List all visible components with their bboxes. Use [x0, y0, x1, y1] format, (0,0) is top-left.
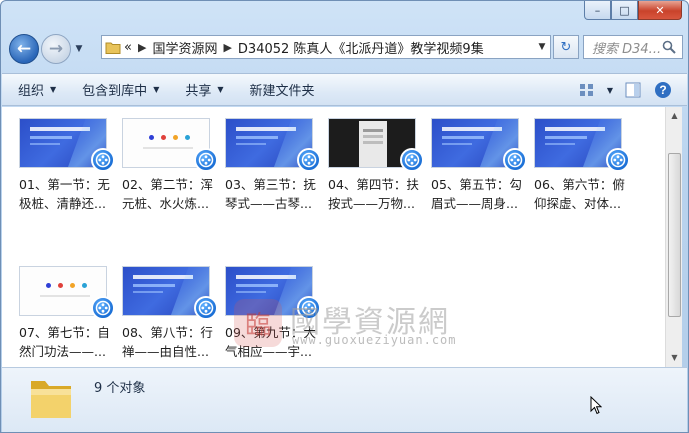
file-name: 08、第八节：行禅——由自性...	[122, 325, 213, 359]
vertical-scrollbar[interactable]: ▲ ▼	[665, 107, 682, 367]
file-thumbnail[interactable]	[431, 115, 527, 172]
video-player-icon	[194, 148, 218, 172]
preview-pane-button[interactable]	[623, 80, 643, 100]
chevron-down-icon: ▼	[153, 85, 160, 94]
file-thumbnail[interactable]	[225, 263, 321, 320]
file-thumbnail[interactable]	[19, 115, 115, 172]
help-icon: ?	[655, 82, 671, 98]
search-placeholder: 搜索 D34...	[592, 41, 662, 57]
refresh-icon: ↻	[560, 39, 572, 55]
file-thumbnail[interactable]	[122, 263, 218, 320]
share-label: 共享	[185, 84, 212, 99]
share-menu[interactable]: 共享 ▼	[185, 80, 223, 99]
breadcrumb-separator-icon[interactable]: ▶	[132, 41, 152, 54]
video-player-icon	[194, 296, 218, 320]
organize-label: 组织	[18, 84, 45, 99]
search-input[interactable]: 搜索 D34...	[583, 35, 683, 59]
forward-button[interactable]: →	[41, 34, 71, 64]
back-button[interactable]: ←	[9, 34, 39, 64]
help-button[interactable]: ?	[653, 80, 673, 100]
file-thumbnail[interactable]	[328, 115, 424, 172]
chevron-down-icon: ▼	[217, 85, 224, 94]
change-view-button[interactable]	[577, 80, 597, 100]
preview-pane-icon	[625, 82, 641, 98]
view-controls: ▼ ?	[577, 80, 673, 100]
include-in-library-menu[interactable]: 包含到库中 ▼	[82, 80, 159, 99]
file-name: 09、第九节：大气相应——宇...	[225, 325, 316, 359]
file-thumbnail[interactable]	[19, 263, 115, 320]
caption-buttons: – □ ✕	[584, 1, 682, 21]
file-name: 04、第四节：扶按式——万物...	[328, 177, 419, 211]
address-dropdown[interactable]: ▼	[534, 42, 550, 52]
recent-pages-dropdown[interactable]: ▼	[73, 44, 85, 54]
file-name: 02、第二节：浑元桩、水火炼...	[122, 177, 213, 211]
scrollbar-thumb[interactable]	[668, 153, 681, 317]
new-folder-button[interactable]: 新建文件夹	[250, 80, 315, 99]
breadcrumb-item-current[interactable]: D34052 陈真人《北派丹道》教学视频9集	[238, 38, 484, 57]
svg-text:?: ?	[659, 83, 666, 97]
maximize-button[interactable]: □	[611, 1, 638, 20]
video-player-icon	[400, 148, 424, 172]
search-icon	[662, 40, 676, 58]
back-arrow-icon: ←	[16, 39, 32, 59]
video-player-icon	[91, 296, 115, 320]
file-name: 01、第一节：无极桩、清静还...	[19, 177, 110, 211]
explorer-window: – □ ✕ ← → ▼ « ▶ 国学资源网 ▶ D34052 陈真人《北派丹道》…	[0, 0, 689, 433]
video-player-icon	[91, 148, 115, 172]
file-name: 06、第六节：俯仰探虚、对体...	[534, 177, 625, 211]
video-player-icon	[503, 148, 527, 172]
file-name: 03、第三节：抚琴式——古琴...	[225, 177, 316, 211]
large-folder-icon	[28, 373, 74, 424]
file-thumbnail[interactable]	[225, 115, 321, 172]
file-list[interactable]: 01、第一节：无极桩、清静还... 02、第二节：浑元桩、水火炼... 03、第三节…	[2, 107, 665, 367]
file-name: 05、第五节：勾眉式——周身...	[431, 177, 522, 211]
file-name: 07、第七节：自然门功法——...	[19, 325, 110, 359]
scroll-down-icon[interactable]: ▼	[667, 350, 682, 366]
minimize-button[interactable]: –	[584, 1, 611, 20]
include-in-library-label: 包含到库中	[82, 84, 148, 99]
file-thumbnail[interactable]	[122, 115, 218, 172]
navigation-bar: ← → ▼ « ▶ 国学资源网 ▶ D34052 陈真人《北派丹道》教学视频9集…	[9, 31, 683, 67]
breadcrumb-item-root[interactable]: 国学资源网	[152, 38, 217, 57]
view-dropdown-icon[interactable]: ▼	[607, 86, 613, 95]
item-count: 9 个对象	[94, 381, 146, 396]
scroll-up-icon[interactable]: ▲	[667, 108, 682, 124]
forward-arrow-icon: →	[48, 39, 64, 59]
close-button[interactable]: ✕	[638, 1, 682, 20]
file-thumbnail[interactable]	[534, 115, 630, 172]
refresh-button[interactable]: ↻	[553, 35, 579, 59]
folder-icon	[102, 41, 124, 54]
video-player-icon	[606, 148, 630, 172]
video-player-icon	[297, 296, 321, 320]
view-grid-icon	[579, 84, 593, 96]
organize-menu[interactable]: 组织 ▼	[18, 80, 56, 99]
command-bar: 组织 ▼ 包含到库中 ▼ 共享 ▼ 新建文件夹 ▼ ?	[2, 73, 687, 106]
address-bar[interactable]: « ▶ 国学资源网 ▶ D34052 陈真人《北派丹道》教学视频9集 ▼	[101, 35, 551, 59]
breadcrumb-overflow[interactable]: «	[124, 40, 132, 55]
video-player-icon	[297, 148, 321, 172]
breadcrumb-separator-icon[interactable]: ▶	[217, 41, 237, 54]
details-pane: 9 个对象	[2, 367, 687, 432]
mouse-pointer-icon	[590, 395, 603, 418]
new-folder-label: 新建文件夹	[249, 84, 315, 99]
chevron-down-icon: ▼	[50, 85, 57, 94]
